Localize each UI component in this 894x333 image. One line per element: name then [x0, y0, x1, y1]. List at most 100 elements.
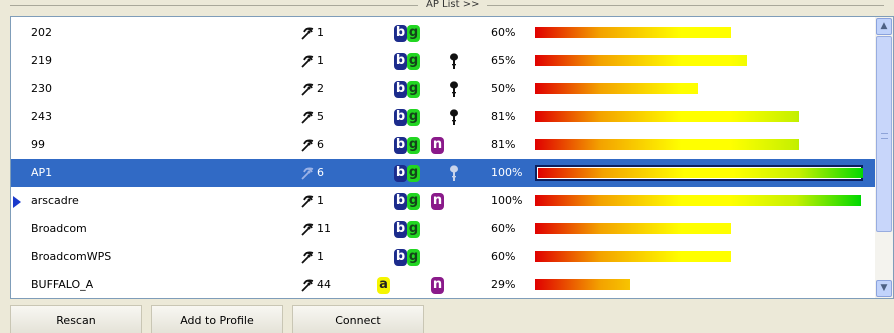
- signal-bar-track: [535, 165, 863, 181]
- signal-bar: [535, 279, 630, 290]
- vertical-scrollbar[interactable]: ▲ ▼: [875, 17, 893, 298]
- mode-g-badge: g: [407, 109, 420, 126]
- signal-bar: [535, 139, 799, 150]
- signal-percent: 60%: [491, 26, 516, 39]
- scroll-up-button[interactable]: ▲: [876, 18, 892, 35]
- ssid-label: 202: [31, 26, 52, 39]
- signal-bar-track: [535, 109, 863, 125]
- antenna-icon: [301, 279, 314, 292]
- mode-g-badge: g: [407, 165, 420, 182]
- scroll-grip-icon: [881, 133, 888, 139]
- mode-b-badge: b: [394, 249, 407, 266]
- signal-bar-track: [535, 25, 863, 41]
- signal-percent: 100%: [491, 166, 523, 179]
- ap-row[interactable]: BUFFALO_A 44 a n 29%: [11, 271, 875, 298]
- signal-bar: [535, 251, 731, 262]
- mode-g-badge: g: [407, 53, 420, 70]
- signal-bar-track: [535, 193, 863, 209]
- key-icon: [449, 81, 459, 101]
- signal-bar-track: [535, 249, 863, 265]
- mode-n-badge: n: [431, 137, 444, 154]
- ap-row[interactable]: 230 2 b g 50%: [11, 75, 875, 103]
- channel-cell: 44: [301, 271, 331, 298]
- arrow-right-icon: [13, 196, 21, 208]
- signal-bar-track: [535, 277, 863, 293]
- connect-button[interactable]: Connect: [292, 305, 424, 333]
- mode-b-badge: b: [394, 221, 407, 238]
- channel-number: 11: [317, 222, 331, 235]
- mode-b-badge: b: [394, 25, 407, 42]
- channel-number: 6: [317, 166, 324, 179]
- signal-percent: 100%: [491, 194, 523, 207]
- antenna-icon: [301, 27, 314, 40]
- key-icon: [449, 165, 459, 185]
- mode-b-badge: b: [394, 165, 407, 182]
- mode-g-badge: g: [407, 137, 420, 154]
- mode-b-badge: b: [394, 193, 407, 210]
- ssid-label: 230: [31, 82, 52, 95]
- signal-percent: 50%: [491, 82, 516, 95]
- ap-row[interactable]: arscadre 1 b g n 100%: [11, 187, 875, 215]
- scroll-thumb[interactable]: [876, 36, 892, 232]
- antenna-icon: [301, 251, 314, 264]
- antenna-icon: [301, 223, 314, 236]
- ap-row[interactable]: 202 1 b g 60%: [11, 19, 875, 47]
- ap-row[interactable]: BroadcomWPS 1 b g 60%: [11, 243, 875, 271]
- add-to-profile-button[interactable]: Add to Profile: [151, 305, 283, 333]
- rescan-button[interactable]: Rescan: [10, 305, 142, 333]
- ssid-label: arscadre: [31, 194, 79, 207]
- signal-percent: 81%: [491, 110, 516, 123]
- ssid-label: BUFFALO_A: [31, 278, 94, 291]
- mode-b-badge: b: [394, 137, 407, 154]
- signal-bar-track: [535, 53, 863, 69]
- key-icon: [449, 53, 459, 73]
- signal-bar-track: [535, 81, 863, 97]
- signal-bar: [535, 27, 731, 38]
- channel-cell: 2: [301, 75, 324, 103]
- channel-number: 1: [317, 194, 324, 207]
- channel-cell: 6: [301, 159, 324, 187]
- channel-number: 44: [317, 278, 331, 291]
- ssid-label: AP1: [31, 166, 53, 179]
- ap-row[interactable]: 99 6 b g n 81%: [11, 131, 875, 159]
- mode-g-badge: g: [407, 221, 420, 238]
- channel-cell: 11: [301, 215, 331, 243]
- mode-g-badge: g: [407, 25, 420, 42]
- signal-bar: [535, 111, 799, 122]
- mode-g-badge: g: [407, 249, 420, 266]
- signal-bar: [535, 223, 731, 234]
- ap-list-title: AP List >>: [418, 0, 488, 9]
- antenna-icon: [301, 139, 314, 152]
- ap-row[interactable]: AP1 6 b g 100%: [11, 159, 875, 187]
- signal-bar: [538, 168, 863, 178]
- signal-bar: [535, 83, 698, 94]
- signal-percent: 65%: [491, 54, 516, 67]
- channel-cell: 6: [301, 131, 324, 159]
- channel-number: 1: [317, 250, 324, 263]
- signal-bar-track: [535, 221, 863, 237]
- key-icon: [449, 109, 459, 129]
- scroll-down-button[interactable]: ▼: [876, 280, 892, 297]
- antenna-icon: [301, 195, 314, 208]
- channel-number: 1: [317, 26, 324, 39]
- signal-bar: [535, 55, 747, 66]
- channel-cell: 5: [301, 103, 324, 131]
- ap-list[interactable]: 202 1 b g 60% 219 1 b g 65% 230 2 b g 50% 243 5 b g 81% 99 6 b…: [10, 16, 894, 299]
- antenna-icon: [301, 167, 314, 180]
- antenna-icon: [301, 55, 314, 68]
- ssid-label: BroadcomWPS: [31, 250, 112, 263]
- channel-cell: 1: [301, 187, 324, 215]
- ap-row[interactable]: Broadcom 11 b g 60%: [11, 215, 875, 243]
- channel-number: 6: [317, 138, 324, 151]
- ap-row[interactable]: 243 5 b g 81%: [11, 103, 875, 131]
- mode-g-badge: g: [407, 193, 420, 210]
- ap-row[interactable]: 219 1 b g 65%: [11, 47, 875, 75]
- signal-percent: 29%: [491, 278, 516, 291]
- ssid-label: 99: [31, 138, 45, 151]
- ssid-label: Broadcom: [31, 222, 87, 235]
- mode-b-badge: b: [394, 109, 407, 126]
- antenna-icon: [301, 83, 314, 96]
- mode-b-badge: b: [394, 53, 407, 70]
- mode-b-badge: b: [394, 81, 407, 98]
- signal-percent: 60%: [491, 222, 516, 235]
